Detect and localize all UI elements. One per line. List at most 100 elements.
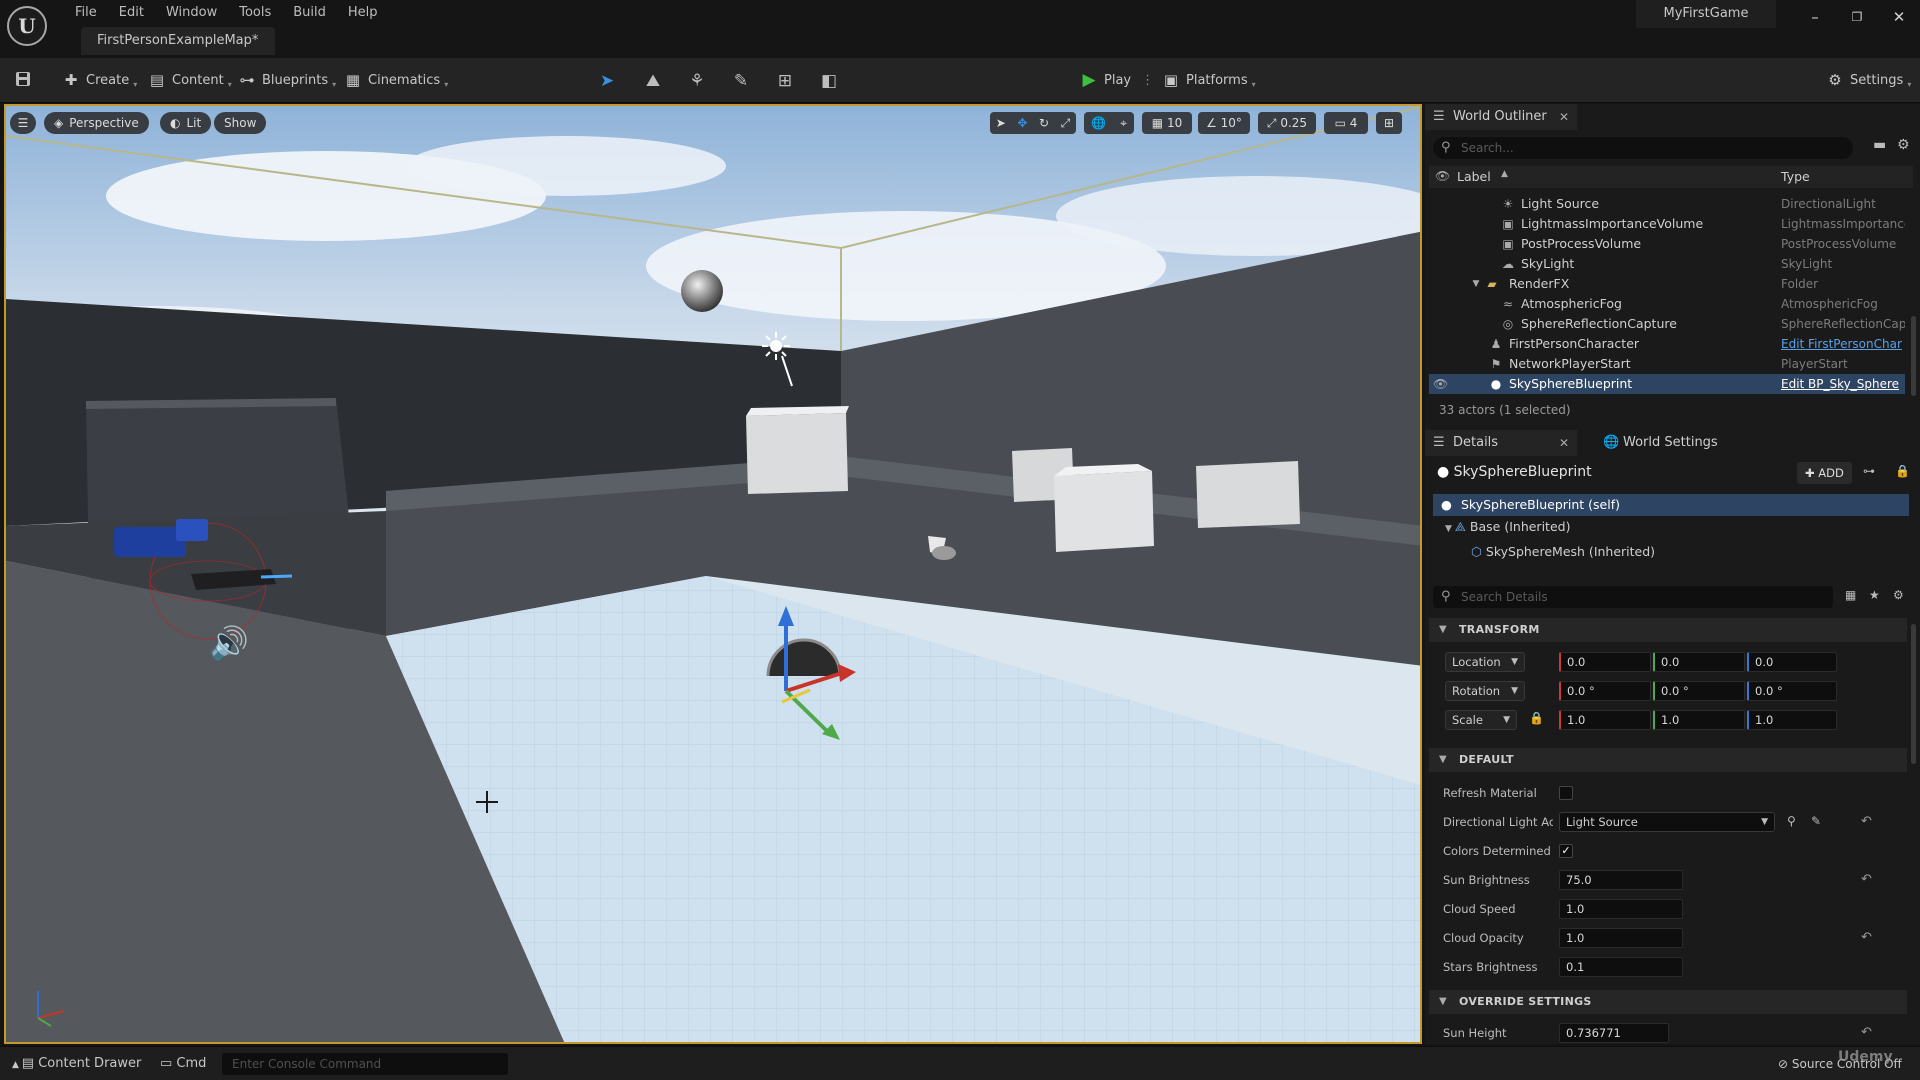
outliner-row[interactable]: ☀ Light Source DirectionalLight: [1429, 194, 1905, 214]
landscape-mode-icon[interactable]: ⛰: [642, 70, 664, 92]
add-folder-icon[interactable]: ▬: [1873, 137, 1886, 153]
gear-icon[interactable]: ⚙: [1893, 588, 1904, 602]
scale-x-input[interactable]: 1.0: [1559, 710, 1651, 730]
rotation-x-input[interactable]: 0.0 °: [1559, 681, 1651, 701]
chevron-down-icon[interactable]: ▼: [1445, 524, 1455, 534]
rotation-y-input[interactable]: 0.0 °: [1653, 681, 1745, 701]
content-drawer-button[interactable]: ▲ ▤ Content Drawer: [12, 1047, 141, 1080]
outliner-row[interactable]: ▣ PostProcessVolume PostProcessVolume: [1429, 234, 1905, 254]
stars-brightness-input[interactable]: 0.1: [1559, 957, 1683, 977]
sun-brightness-input[interactable]: 75.0: [1559, 870, 1683, 890]
content-button[interactable]: ▤ Content ▾: [148, 66, 232, 94]
reset-icon[interactable]: ↶: [1861, 1025, 1872, 1040]
cinematics-button[interactable]: ▦ Cinematics ▾: [344, 66, 448, 94]
outliner-row[interactable]: ◎ SphereReflectionCapture SphereReflecti…: [1429, 314, 1905, 334]
component-row-self[interactable]: ● SkySphereBlueprint (self): [1433, 494, 1909, 516]
add-component-button[interactable]: ✚ ADD: [1797, 462, 1852, 484]
location-dropdown[interactable]: Location ▼: [1445, 652, 1525, 672]
minimize-button[interactable]: –: [1800, 4, 1830, 30]
reset-icon[interactable]: ↶: [1861, 814, 1872, 829]
location-z-input[interactable]: 0.0: [1747, 652, 1837, 672]
tab-details[interactable]: ☰ Details ✕: [1425, 430, 1577, 456]
reset-icon[interactable]: ↶: [1861, 872, 1872, 887]
reset-icon[interactable]: ↶: [1861, 930, 1872, 945]
outliner-row[interactable]: ☁ SkyLight SkyLight: [1429, 254, 1905, 274]
outliner-row[interactable]: ≈ AtmosphericFog AtmosphericFog: [1429, 294, 1905, 314]
column-label[interactable]: Label: [1457, 169, 1491, 184]
rotation-dropdown[interactable]: Rotation ▼: [1445, 681, 1525, 701]
scale-tool-icon[interactable]: ⤢: [1061, 112, 1071, 134]
star-icon[interactable]: ★: [1869, 588, 1880, 602]
unreal-logo-icon[interactable]: U: [7, 6, 47, 46]
cloud-opacity-input[interactable]: 1.0: [1559, 928, 1683, 948]
edit-blueprint-link[interactable]: Edit BP_Sky_Sphere: [1781, 374, 1905, 394]
location-x-input[interactable]: 0.0: [1559, 652, 1651, 672]
camera-speed-button[interactable]: ▭ 4: [1324, 112, 1368, 134]
platforms-button[interactable]: ▣ Platforms ▾: [1162, 66, 1256, 94]
create-button[interactable]: ✚ Create ▾: [62, 66, 138, 94]
outliner-scrollbar[interactable]: [1911, 316, 1916, 396]
maximize-button[interactable]: ❐: [1842, 4, 1872, 30]
menu-build[interactable]: Build: [282, 2, 337, 24]
colors-determined-checkbox[interactable]: ✓: [1559, 844, 1573, 858]
rotate-tool-icon[interactable]: ↻: [1039, 112, 1049, 134]
menu-tools[interactable]: Tools: [228, 2, 282, 24]
close-icon[interactable]: ✕: [1559, 104, 1569, 130]
select-mode-icon[interactable]: ➤: [596, 70, 618, 92]
outliner-folder-row[interactable]: ▼ ▰ RenderFX Folder: [1429, 274, 1905, 294]
default-section[interactable]: ▼ DEFAULT: [1429, 748, 1907, 772]
gear-icon[interactable]: ⚙: [1897, 137, 1910, 153]
close-icon[interactable]: ✕: [1559, 430, 1569, 456]
fracture-mode-icon[interactable]: ⊞: [774, 70, 796, 92]
blueprints-button[interactable]: ⊶ Blueprints ▾: [238, 66, 337, 94]
grid-snap-button[interactable]: ▦ 10: [1142, 112, 1192, 134]
directional-light-select[interactable]: Light Source ▼: [1559, 812, 1775, 832]
foliage-mode-icon[interactable]: ⚘: [686, 70, 708, 92]
save-button[interactable]: [14, 66, 32, 94]
lock-icon[interactable]: 🔒: [1529, 711, 1544, 725]
modeling-mode-icon[interactable]: ◧: [818, 70, 840, 92]
location-y-input[interactable]: 0.0: [1653, 652, 1745, 672]
component-row[interactable]: ▼ ⟁ Base (Inherited): [1445, 519, 1570, 535]
tab-world-outliner[interactable]: ☰ World Outliner ✕: [1425, 104, 1577, 130]
component-row[interactable]: ⬡ SkySphereMesh (Inherited): [1471, 544, 1655, 559]
rotation-snap-button[interactable]: ∠ 10°: [1198, 112, 1250, 134]
scale-y-input[interactable]: 1.0: [1653, 710, 1745, 730]
scale-z-input[interactable]: 1.0: [1747, 710, 1837, 730]
outliner-row[interactable]: ⚑ NetworkPlayerStart PlayerStart: [1429, 354, 1905, 374]
show-button[interactable]: Show: [214, 112, 267, 134]
chevron-down-icon[interactable]: ▼: [1469, 277, 1483, 291]
play-button[interactable]: ▶ Play ⋮: [1080, 66, 1154, 94]
scale-snap-button[interactable]: ⤢ 0.25: [1258, 112, 1316, 134]
menu-window[interactable]: Window: [155, 2, 228, 24]
level-tab[interactable]: FirstPersonExampleMap*: [81, 27, 275, 55]
details-search-input[interactable]: ⚲ Search Details: [1433, 586, 1833, 608]
move-tool-icon[interactable]: ✥: [1017, 112, 1027, 134]
transform-section[interactable]: ▼ TRANSFORM: [1429, 618, 1907, 642]
edit-blueprint-link[interactable]: Edit FirstPersonChar: [1781, 334, 1905, 354]
refresh-material-checkbox[interactable]: [1559, 786, 1573, 800]
sun-height-input[interactable]: 0.736771: [1559, 1023, 1669, 1043]
perspective-button[interactable]: ◈ Perspective: [44, 112, 149, 134]
details-scrollbar[interactable]: [1911, 624, 1916, 764]
cloud-speed-input[interactable]: 1.0: [1559, 899, 1683, 919]
menu-file[interactable]: File: [64, 2, 108, 24]
blueprint-icon[interactable]: ⊶: [1863, 464, 1875, 478]
console-command-input[interactable]: Enter Console Command: [222, 1053, 508, 1075]
play-options-icon[interactable]: ⋮: [1141, 73, 1154, 88]
table-view-icon[interactable]: ▦: [1845, 588, 1856, 602]
cmd-button[interactable]: ▭ Cmd: [160, 1047, 206, 1080]
scale-dropdown[interactable]: Scale ▼: [1445, 710, 1517, 730]
close-button[interactable]: ✕: [1884, 4, 1914, 30]
browse-icon[interactable]: ⚲: [1787, 814, 1796, 828]
outliner-row[interactable]: ▣ LightmassImportanceVolume LightmassImp…: [1429, 214, 1905, 234]
outliner-row-selected[interactable]: 👁 ● SkySphereBlueprint Edit BP_Sky_Spher…: [1429, 374, 1905, 394]
override-settings-section[interactable]: ▼ OVERRIDE SETTINGS: [1429, 990, 1907, 1014]
outliner-search-input[interactable]: ⚲ Search...: [1433, 137, 1853, 159]
rotation-z-input[interactable]: 0.0 °: [1747, 681, 1837, 701]
visibility-icon[interactable]: 👁: [1435, 169, 1450, 183]
column-type[interactable]: Type: [1781, 169, 1810, 184]
lock-icon[interactable]: 🔒: [1895, 464, 1910, 478]
scene-render[interactable]: 🔊: [6, 106, 1422, 1044]
sky-sphere-actor-icon[interactable]: [681, 270, 723, 312]
